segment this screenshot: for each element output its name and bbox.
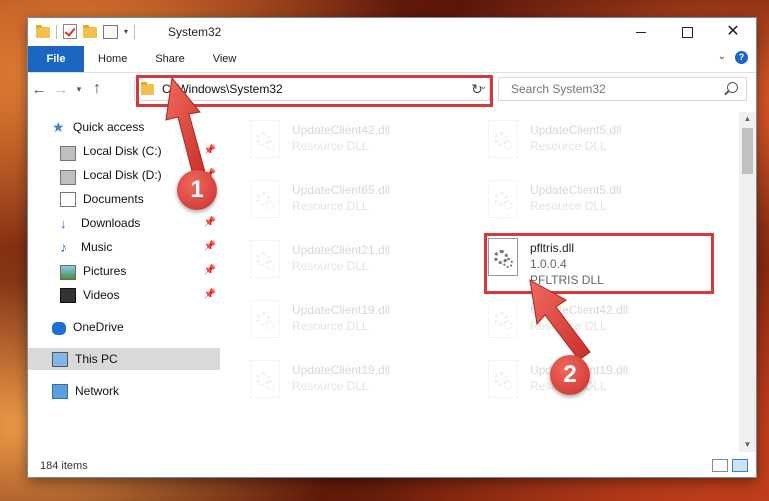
step-badge-1: 1: [177, 170, 217, 210]
arrow-1: [165, 76, 206, 176]
arrow-2: [529, 279, 591, 361]
annotation-arrows: [165, 76, 591, 361]
step-badge-2: 2: [550, 355, 590, 395]
